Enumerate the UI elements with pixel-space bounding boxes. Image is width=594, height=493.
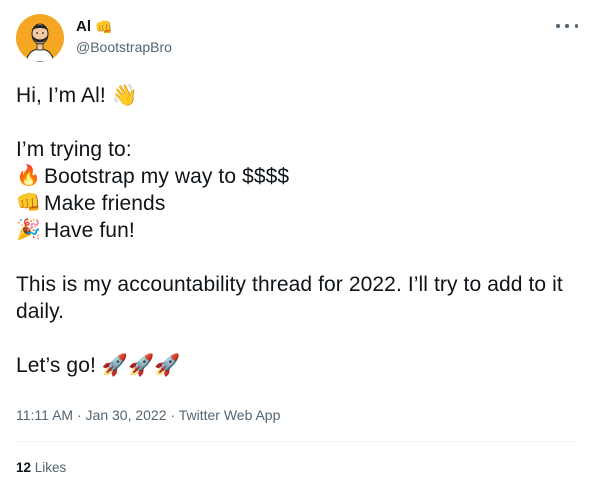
author-names: Al 👊 @BootstrapBro: [76, 18, 172, 56]
party-popper-emoji: 🎉: [16, 219, 42, 241]
display-name[interactable]: Al: [76, 18, 91, 36]
goal-text: Make friends: [44, 192, 166, 215]
goal-text: Bootstrap my way to $$$$: [44, 165, 290, 188]
fire-emoji: 🔥: [16, 165, 42, 187]
tweet-accountability: This is my accountability thread for 202…: [16, 273, 563, 323]
goal-text: Have fun!: [44, 219, 135, 242]
meta-separator: ·: [76, 407, 82, 423]
author-handle[interactable]: @BootstrapBro: [76, 38, 172, 56]
tweet-source[interactable]: Twitter Web App: [179, 407, 281, 423]
meta-separator: ·: [170, 407, 176, 423]
likes-label: Likes: [34, 460, 67, 475]
goal-item: 👊 Make friends: [16, 190, 581, 217]
divider: [16, 441, 578, 442]
avatar-illustration: [25, 23, 55, 62]
likes-stat[interactable]: 12 Likes: [16, 459, 66, 477]
dot: [556, 24, 560, 28]
goal-item: 🎉 Have fun!: [16, 217, 581, 244]
dot: [574, 24, 578, 28]
tweet-date[interactable]: Jan 30, 2022: [86, 407, 167, 423]
avatar[interactable]: [16, 14, 64, 62]
dot: [565, 24, 569, 28]
likes-count: 12: [16, 460, 32, 475]
fist-bump-emoji: 👊: [16, 192, 42, 214]
more-dots-icon[interactable]: [556, 18, 578, 34]
tweet-card: Al 👊 @BootstrapBro Hi, I’m Al! 👋 I’m try…: [0, 0, 594, 493]
tweet-intro: I’m trying to:: [16, 138, 132, 161]
display-name-row: Al 👊: [76, 18, 172, 36]
tweet-meta: 11:11 AM · Jan 30, 2022 · Twitter Web Ap…: [16, 406, 280, 424]
fist-bump-emoji: 👊: [95, 19, 113, 35]
tweet-greeting: Hi, I’m Al! 👋: [16, 84, 138, 107]
tweet-time[interactable]: 11:11 AM: [16, 407, 73, 423]
tweet-closing: Let’s go! 🚀🚀🚀: [16, 354, 181, 377]
tweet-text: Hi, I’m Al! 👋 I’m trying to: 🔥 Bootstrap…: [16, 82, 581, 379]
goal-item: 🔥 Bootstrap my way to $$$$: [16, 163, 581, 190]
tweet-header: Al 👊 @BootstrapBro: [16, 14, 172, 62]
